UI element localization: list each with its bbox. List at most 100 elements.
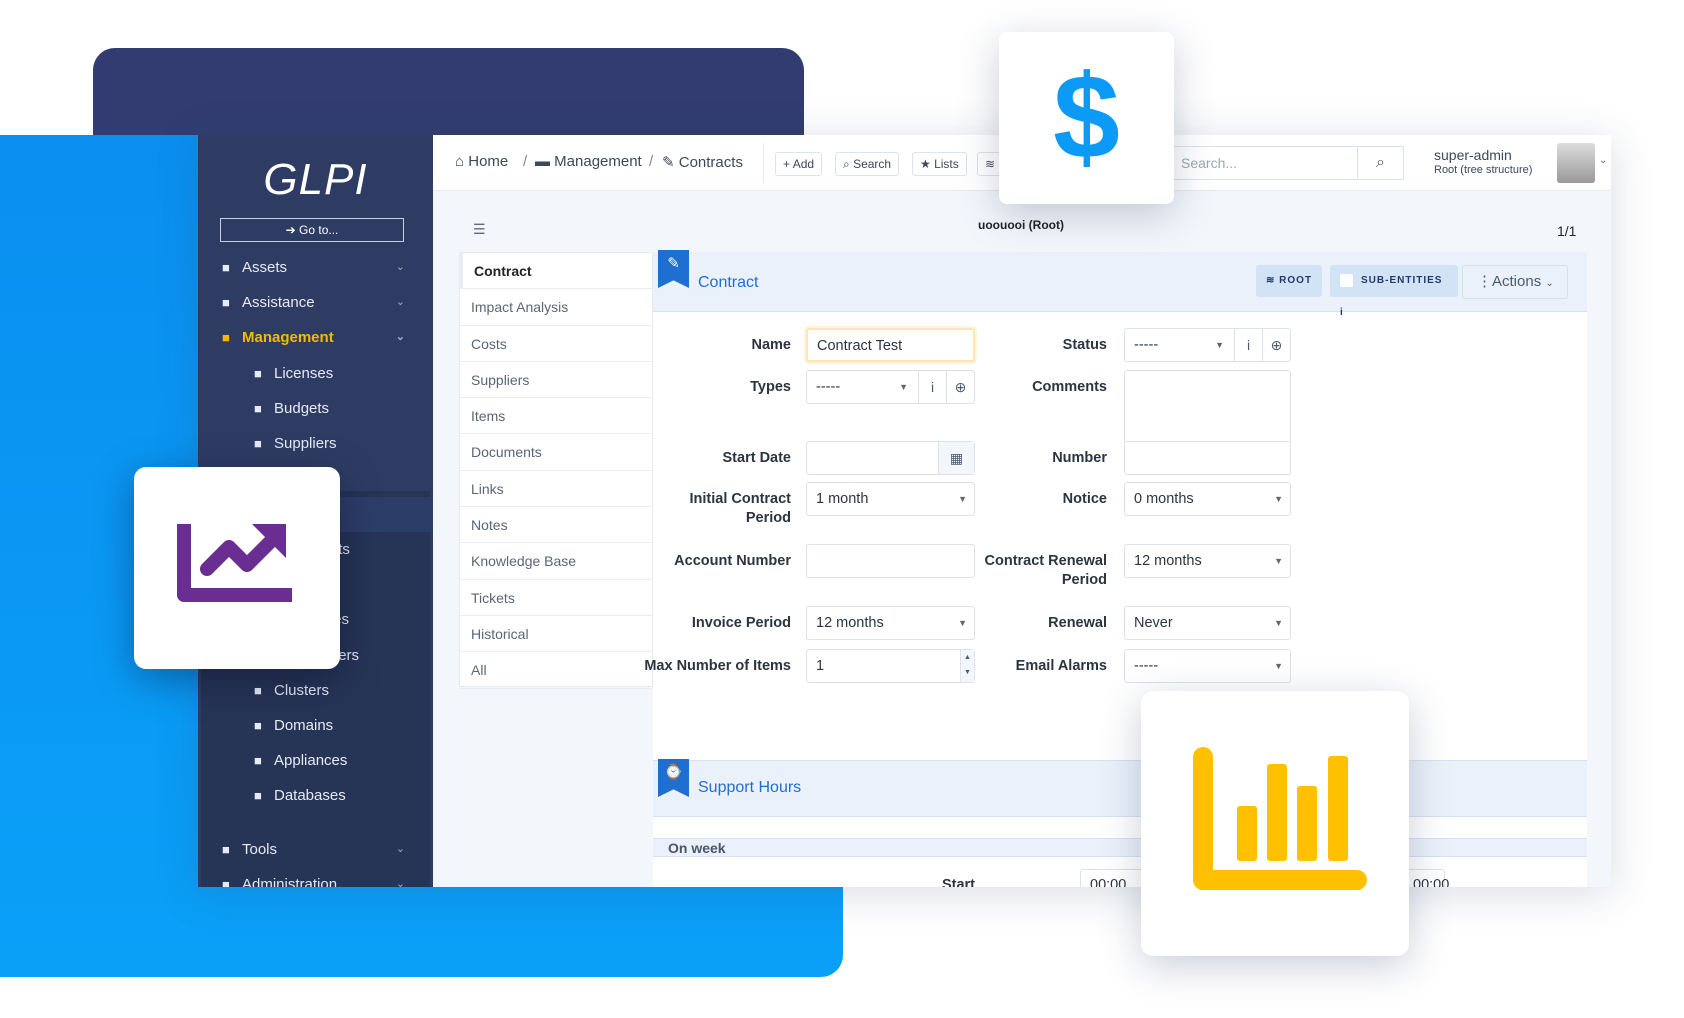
breadcrumb-label: Management <box>554 153 642 170</box>
comments-label: Comments <box>1032 379 1107 395</box>
sidebar-item-assistance[interactable]: ■ Assistance ⌄ <box>198 285 433 320</box>
sidebar-item-label: Assets <box>242 259 288 276</box>
breadcrumb-home[interactable]: ⌂ Home <box>455 153 508 170</box>
form-header: ✎ Contract ≋ ROOT SUB-ENTITIES i ⋮Action… <box>653 250 1587 318</box>
sidebar-item-clusters[interactable]: ■ Clusters <box>198 673 433 708</box>
dolly-icon: ■ <box>254 436 262 452</box>
root-entity-badge: ≋ ROOT <box>1256 265 1323 297</box>
goto-button[interactable]: ➔ Go to... <box>220 218 404 242</box>
renewal-label: Renewal <box>1048 615 1107 631</box>
caret-down-icon: ▼ <box>1274 618 1283 628</box>
actions-dropdown[interactable]: ⋮Actions ⌄ <box>1462 265 1568 299</box>
calculator-icon: ■ <box>254 401 262 417</box>
status-select[interactable]: ----- ▼ i ⊕ <box>1124 328 1291 362</box>
globe-icon: ■ <box>254 718 262 733</box>
sidebar-item-administration[interactable]: ■ Administration ⌄ <box>198 867 433 887</box>
field-value: ----- <box>1134 337 1159 353</box>
chevron-down-icon: ⌄ <box>395 843 405 855</box>
breadcrumb-separator: / <box>523 153 528 170</box>
sidebar-item-budgets[interactable]: ■ Budgets <box>198 391 433 426</box>
entity-name: uoouooi (Root) <box>978 218 1064 232</box>
list-view-icon[interactable]: ☰ <box>473 221 486 238</box>
sidebar-item-label: Appliances <box>274 752 348 770</box>
chevron-down-icon: ⌄ <box>395 296 405 308</box>
sidebar-item-tools[interactable]: ■ Tools ⌄ <box>198 832 433 867</box>
tab-all[interactable]: All <box>460 652 652 689</box>
divider <box>763 143 764 183</box>
search-button[interactable]: ⌕ Search <box>835 152 900 176</box>
cubes-icon: ■ <box>254 753 262 769</box>
tab-notes[interactable]: Notes <box>460 507 652 544</box>
caret-down-icon: ▼ <box>1274 556 1283 566</box>
plus-circle-icon[interactable]: ⊕ <box>1262 329 1290 361</box>
invoice-period-label: Invoice Period <box>691 615 791 631</box>
sidebar-item-label: Administration <box>242 876 338 887</box>
wallet-icon: ▬ <box>535 153 555 170</box>
renewal-period-label: Contract Renewal Period <box>984 553 1107 588</box>
comments-input[interactable] <box>1124 370 1291 444</box>
sidebar-item-licenses[interactable]: ■ Licenses <box>198 356 433 391</box>
cluster-icon: ■ <box>254 682 262 698</box>
bar-chart-icon <box>1193 747 1367 890</box>
sidebar-item-appliances[interactable]: ■ Appliances <box>198 743 433 778</box>
name-label: Name <box>751 337 792 353</box>
layers-icon: ≋ <box>1266 275 1280 286</box>
search-icon: ⌕ <box>1376 154 1385 171</box>
sidebar-item-databases[interactable]: ■ Databases <box>198 778 433 813</box>
search-submit-button[interactable]: ⌕ <box>1358 146 1404 180</box>
search-icon: ⌕ <box>843 157 854 171</box>
caret-down-icon: ▼ <box>1215 340 1224 350</box>
renewal-period-select[interactable]: 12 months ▼ <box>1124 544 1291 578</box>
start-label: Start <box>941 877 975 887</box>
field-value: ----- <box>816 379 841 395</box>
email-alarms-select[interactable]: ----- ▼ <box>1124 649 1291 683</box>
start-date-label: Start Date <box>722 450 792 466</box>
root-label: ROOT <box>1279 275 1313 286</box>
global-search-input[interactable]: Search... <box>1170 146 1358 180</box>
bar-chart-card <box>1141 691 1409 956</box>
star-icon: ★ <box>920 157 935 171</box>
sidebar-item-label: Assistance <box>242 294 315 311</box>
info-icon: i <box>1340 307 1344 318</box>
account-number-label: Account Number <box>674 553 791 569</box>
user-menu[interactable]: super-admin Root (tree structure) <box>1434 147 1532 176</box>
sidebar-item-suppliers[interactable]: ■ Suppliers <box>198 426 433 461</box>
tab-impact-analysis[interactable]: Impact Analysis <box>460 289 652 326</box>
lists-button[interactable]: ★ Lists <box>912 152 967 176</box>
caret-down-icon: ▼ <box>1274 661 1283 671</box>
notice-select[interactable]: 0 months ▼ <box>1124 482 1291 516</box>
tab-contract[interactable]: Contract <box>460 253 652 290</box>
account-number-input[interactable] <box>806 544 975 578</box>
number-input[interactable] <box>1124 441 1291 475</box>
initial-period-label: Initial Contract Period <box>689 491 791 526</box>
breadcrumb-contracts[interactable]: ✎ Contracts <box>662 153 743 171</box>
sidebar-item-assets[interactable]: ■ Assets ⌄ <box>198 250 433 285</box>
sub-entities-checkbox[interactable] <box>1340 273 1353 287</box>
tab-links[interactable]: Links <box>460 471 652 508</box>
tab-items[interactable]: Items <box>460 398 652 435</box>
notice-label: Notice <box>1062 491 1107 507</box>
renewal-select[interactable]: Never ▼ <box>1124 606 1291 640</box>
end-time-select[interactable]: 00:00 <box>1403 869 1449 887</box>
sidebar-item-label: Budgets <box>274 400 330 418</box>
sub-entities-toggle[interactable]: SUB-ENTITIES i <box>1330 265 1458 318</box>
sidebar-item-management[interactable]: ■ Management ⌄ <box>198 320 433 355</box>
kebab-icon: ⋮ <box>1477 273 1492 290</box>
lists-label: Lists <box>934 157 959 171</box>
key-icon: ■ <box>254 366 262 381</box>
field-value: 12 months <box>816 615 884 631</box>
add-button[interactable]: + Add <box>775 152 823 176</box>
sidebar-item-label: Suppliers <box>274 435 337 453</box>
glpi-logo: GLPI <box>263 155 368 204</box>
field-value: Contract Test <box>817 338 903 354</box>
avatar[interactable] <box>1557 143 1595 183</box>
sub-entities-label: SUB-ENTITIES <box>1361 275 1443 286</box>
info-icon[interactable]: i <box>1234 329 1262 361</box>
field-value: 12 months <box>1134 553 1202 569</box>
breadcrumb-label: Home <box>468 153 509 170</box>
chevron-down-icon[interactable]: ⌄ <box>1599 155 1607 166</box>
sidebar-item-domains[interactable]: ■ Domains <box>198 708 433 743</box>
tab-tickets[interactable]: Tickets <box>460 580 652 616</box>
goto-label: Go to... <box>299 223 339 237</box>
breadcrumb-management[interactable]: ▬ Management <box>535 153 642 170</box>
